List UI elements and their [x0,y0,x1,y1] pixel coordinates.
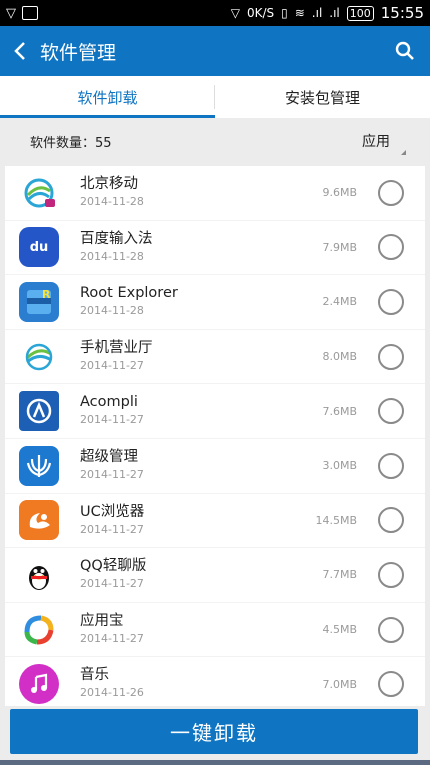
page-title: 软件管理 [40,41,117,64]
acompli-icon [19,391,59,432]
app-name: Root Explorer [80,285,178,302]
app-date: 2014-11-27 [80,631,144,645]
list-item[interactable]: QQ轻聊版 2014-11-27 7.7MB [5,548,425,603]
penguin-icon [19,555,59,595]
tab-bar: 软件卸载 安装包管理 [0,76,430,118]
app-date: 2014-11-27 [80,467,144,481]
select-radio[interactable] [378,507,404,534]
notification-icon: ▽ [6,5,16,21]
app-name: 百度输入法 [80,230,153,247]
app-name: 音乐 [80,667,109,684]
list-item[interactable]: 音乐 2014-11-26 7.0MB [5,657,425,706]
signal-icon-2: .ıl [329,6,340,20]
app-count: 软件数量：55 [30,135,112,151]
select-radio[interactable] [378,398,404,425]
app-size: 8.0MB [322,350,357,364]
app-date: 2014-11-27 [80,358,144,372]
app-size: 3.0MB [322,459,357,473]
app-size: 7.0MB [322,677,357,691]
list-item[interactable]: 应用宝 2014-11-27 4.5MB [5,603,425,658]
app-size: 4.5MB [322,623,357,637]
select-radio[interactable] [378,234,404,261]
trident-icon [19,445,59,486]
signal-icon: .ıl [311,6,323,20]
app-name: 超级管理 [80,448,138,465]
tab-uninstall[interactable]: 软件卸载 [0,76,215,118]
app-name: 北京移动 [80,176,138,192]
app-date: 2014-11-28 [80,304,144,318]
app-size: 7.6MB [322,404,357,418]
svg-text:R: R [42,288,51,301]
select-radio[interactable] [378,671,404,698]
app-size: 7.7MB [322,568,357,582]
one-click-uninstall-button[interactable]: 一键卸载 [10,709,418,754]
back-arrow-icon[interactable] [0,26,40,76]
app-name: 手机营业厅 [80,339,153,356]
app-name: Acompli [80,394,138,411]
select-radio[interactable] [378,179,404,206]
app-size: 2.4MB [322,295,357,309]
search-icon[interactable] [380,26,430,76]
app-date: 2014-11-27 [80,577,144,591]
china-mobile-icon [19,337,59,377]
vibrate-icon: ▯ [281,6,288,20]
clock: 15:55 [380,4,424,22]
tab-package-management[interactable]: 安装包管理 [215,76,430,118]
select-radio[interactable] [378,616,404,643]
app-bar: 软件管理 [0,26,430,76]
list-item[interactable]: 北京移动 2014-11-28 9.6MB [5,166,425,221]
app-name: 应用宝 [80,612,124,629]
list-item[interactable]: 超级管理 2014-11-27 3.0MB [5,439,425,494]
select-radio[interactable] [378,561,404,588]
app-date: 2014-11-27 [80,413,144,427]
summary-bar: 软件数量：55 应用 [0,120,430,162]
select-radio[interactable] [378,452,404,479]
app-date: 2014-11-28 [80,195,144,208]
uc-icon [19,500,59,541]
screenshot-icon [22,6,38,20]
vpn-icon: ▽ [230,6,240,20]
china-mobile-icon [19,173,59,213]
select-radio[interactable] [378,343,404,370]
select-radio[interactable] [378,288,404,315]
music-icon [19,664,59,705]
app-list[interactable]: 北京移动 2014-11-28 9.6MB du 百度输入法 2014-11-28 … [5,166,425,706]
app-size: 7.9MB [322,240,357,254]
app-date: 2014-11-27 [80,522,144,536]
network-speed: 0K/S [246,6,275,20]
app-size: 14.5MB [315,513,357,527]
app-name: UC浏览器 [80,503,145,520]
battery-icon: 100 [346,5,374,21]
wifi-icon: ≋ [294,6,305,20]
list-item[interactable]: Acompli 2014-11-27 7.6MB [5,384,425,439]
list-item[interactable]: du 百度输入法 2014-11-28 7.9MB [5,221,425,276]
bottom-strip [0,760,430,765]
list-item[interactable]: R Root Explorer 2014-11-28 2.4MB [5,275,425,330]
sort-dropdown[interactable]: 应用 [362,131,406,155]
list-item[interactable]: 手机营业厅 2014-11-27 8.0MB [5,330,425,385]
app-name: QQ轻聊版 [80,558,147,575]
status-bar: ▽ ▽ 0K/S ▯ ≋ .ıl .ıl 100 15:55 [0,0,430,26]
root-explorer-icon: R [19,281,59,322]
list-item[interactable]: UC浏览器 2014-11-27 14.5MB [5,494,425,549]
app-date: 2014-11-28 [80,249,144,263]
app-date: 2014-11-26 [80,686,144,700]
app-size: 9.6MB [322,186,357,200]
app-store-icon [19,610,59,650]
baidu-icon: du [19,227,59,268]
